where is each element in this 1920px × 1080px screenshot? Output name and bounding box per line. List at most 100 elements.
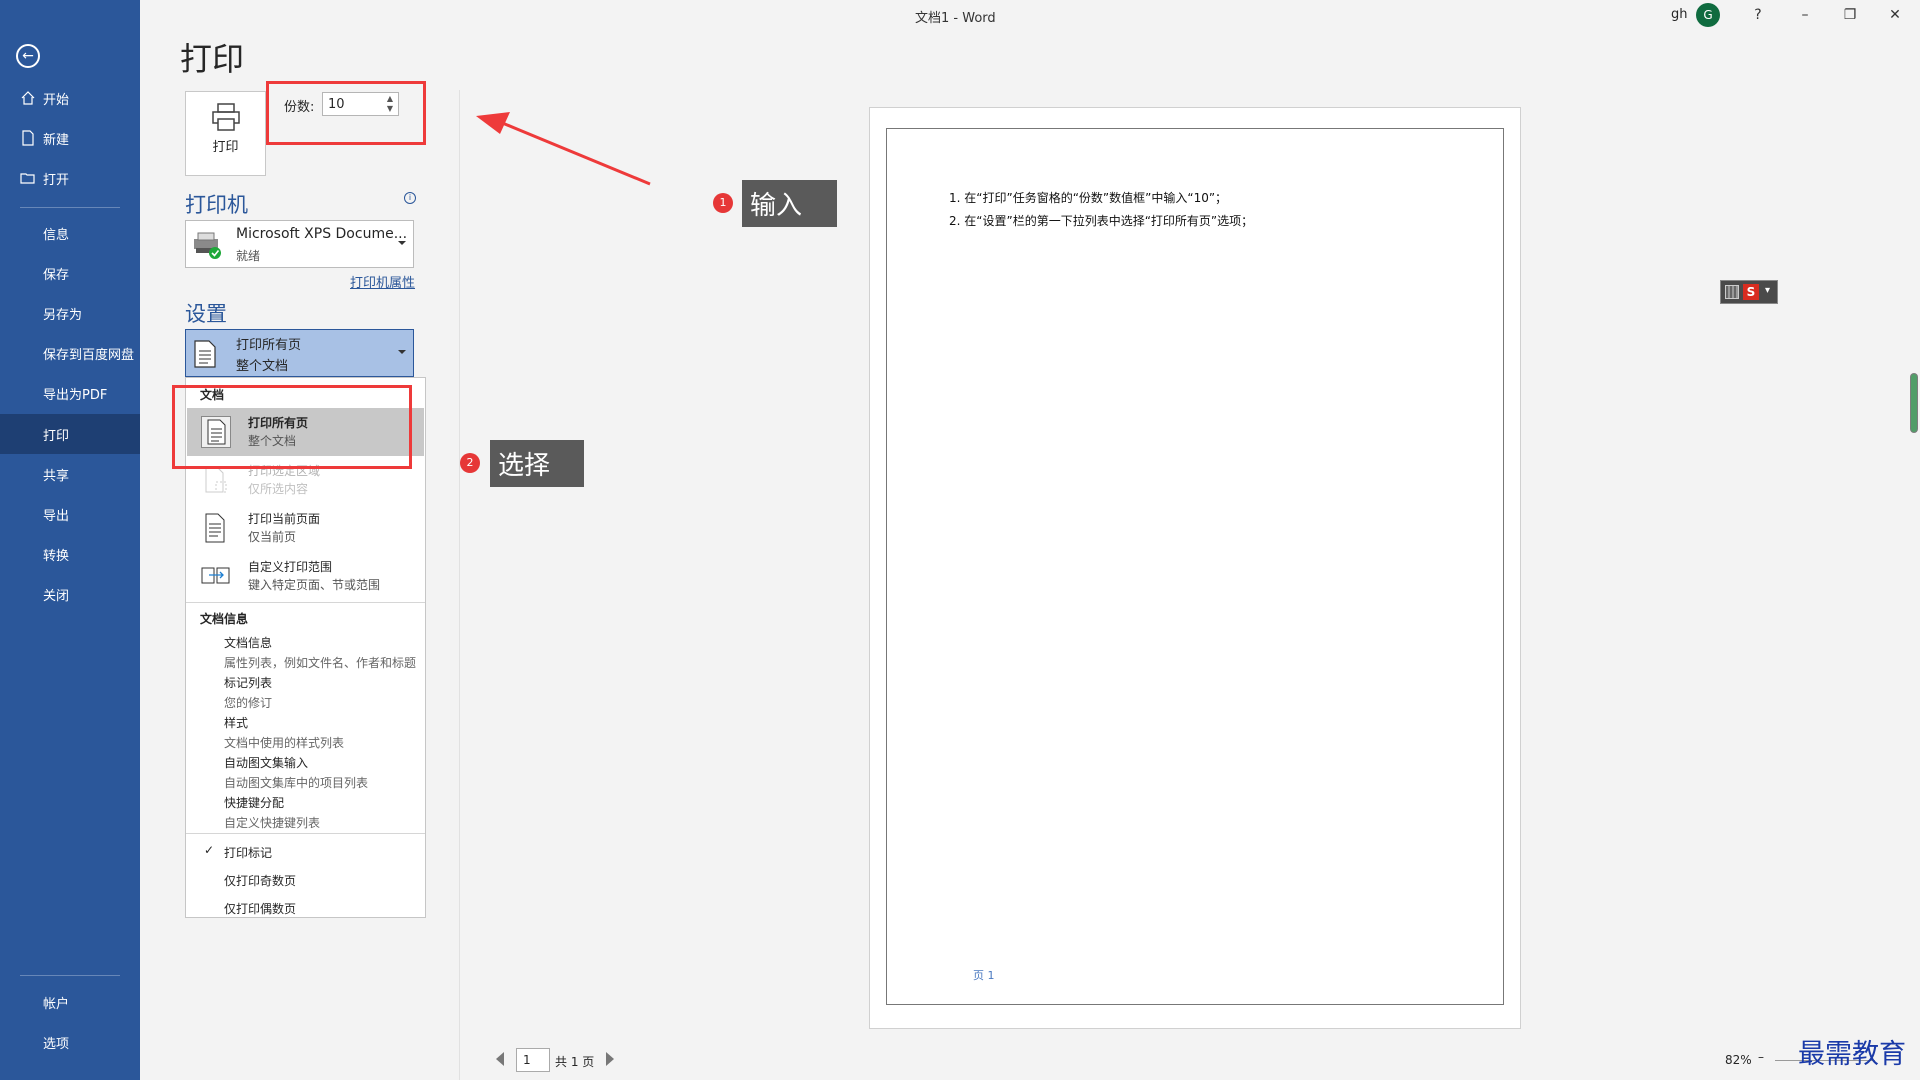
- nav-label: 导出为PDF: [43, 387, 108, 403]
- preview-line-2: 2. 在“设置”栏的第一下拉列表中选择“打印所有页”选项；: [949, 214, 1254, 228]
- menu-option-sub: 键入特定页面、节或范围: [248, 578, 381, 592]
- annotation-box-copies: [266, 81, 426, 145]
- current-page-input[interactable]: [516, 1048, 550, 1072]
- nav-account[interactable]: 帐户: [0, 982, 140, 1022]
- menu-option-title: 打印当前页面: [248, 512, 321, 526]
- annotation-box-all-pages: [172, 385, 412, 469]
- nav-label: 保存到百度网盘: [43, 347, 135, 363]
- nav-label: 转换: [43, 548, 70, 564]
- menu-item-key-assignments[interactable]: 快捷键分配 自定义快捷键列表: [224, 794, 424, 832]
- menu-item-title: 文档信息: [224, 636, 273, 650]
- nav-export[interactable]: 导出: [0, 494, 140, 534]
- printer-icon: [212, 103, 240, 131]
- callout-text: 选择: [498, 451, 551, 481]
- printer-section-title: 打印机: [185, 193, 248, 217]
- menu-separator: [186, 602, 425, 603]
- new-document-icon: [22, 130, 34, 146]
- nav-label: 新建: [43, 132, 70, 148]
- nav-open[interactable]: 打开: [0, 158, 140, 198]
- nav-save[interactable]: 保存: [0, 253, 140, 293]
- close-button[interactable]: ✕: [1880, 4, 1910, 26]
- help-button[interactable]: ?: [1743, 4, 1773, 26]
- nav-share[interactable]: 共享: [0, 454, 140, 494]
- document-icon: [205, 513, 225, 543]
- annotation-callout-input: 输入: [742, 180, 837, 227]
- page-title: 打印: [180, 40, 245, 78]
- menu-option-custom-range[interactable]: 自定义打印范围 键入特定页面、节或范围: [187, 552, 424, 600]
- backstage-sidebar: ← 开始 新建 打开 信息 保存 另存为 保存到百度网盘 导出为PDF 打印 共…: [0, 0, 140, 1080]
- home-icon: [21, 91, 35, 105]
- printer-status: 就绪: [236, 249, 261, 263]
- printer-ready-icon: [194, 232, 221, 259]
- menu-option-title: 自定义打印范围: [248, 560, 333, 574]
- menu-toggle-print-markup[interactable]: ✓ 打印标记: [187, 838, 424, 864]
- menu-toggle-odd-pages[interactable]: 仅打印奇数页: [187, 866, 424, 892]
- nav-label: 信息: [43, 227, 70, 243]
- window-title: 文档1 - Word: [915, 11, 996, 26]
- nav-save-baidu[interactable]: 保存到百度网盘: [0, 333, 140, 373]
- watermark-text: 最需教育: [1798, 1039, 1906, 1070]
- nav-label: 导出: [43, 508, 70, 524]
- restore-button[interactable]: ❐: [1835, 4, 1865, 26]
- preview-page-border: 1. 在“打印”任务窗格的“份数”数值框”中输入“10”； 2. 在“设置”栏的…: [886, 128, 1504, 1005]
- pane-divider: [459, 90, 460, 1080]
- menu-item-sub: 自动图文集库中的项目列表: [224, 776, 369, 790]
- menu-item-markup-list[interactable]: 标记列表 您的修订: [224, 674, 424, 712]
- printer-dropdown[interactable]: Microsoft XPS Docume... 就绪: [185, 220, 414, 268]
- nav-save-as[interactable]: 另存为: [0, 293, 140, 333]
- preview-footer-page-number: 页 1: [973, 969, 995, 982]
- nav-separator: [20, 975, 120, 976]
- menu-toggle-even-pages[interactable]: 仅打印偶数页: [187, 894, 424, 920]
- menu-group-info: 文档信息: [200, 612, 249, 626]
- scrollbar-highlight: [1911, 374, 1917, 432]
- print-range-title: 打印所有页: [236, 338, 302, 353]
- nav-options[interactable]: 选项: [0, 1022, 140, 1062]
- nav-info[interactable]: 信息: [0, 213, 140, 253]
- menu-item-autotext[interactable]: 自动图文集输入 自动图文集库中的项目列表: [224, 754, 424, 792]
- nav-label: 开始: [43, 92, 70, 108]
- sogou-s-icon[interactable]: S: [1743, 284, 1759, 300]
- checkmark-icon: ✓: [204, 843, 215, 857]
- minimize-button[interactable]: –: [1790, 4, 1820, 26]
- menu-item-title: 自动图文集输入: [224, 756, 309, 770]
- printer-properties-link[interactable]: 打印机属性: [350, 272, 415, 291]
- settings-section-title: 设置: [185, 302, 227, 326]
- menu-item-title: 样式: [224, 716, 249, 730]
- nav-home[interactable]: 开始: [0, 78, 140, 118]
- print-button-label: 打印: [212, 140, 239, 155]
- menu-option-sub: 仅所选内容: [248, 482, 309, 496]
- ime-toolbar[interactable]: S ▾: [1720, 280, 1778, 304]
- info-icon[interactable]: i: [404, 192, 416, 204]
- menu-item-doc-info[interactable]: 文档信息 属性列表，例如文件名、作者和标题: [224, 634, 424, 672]
- menu-toggle-label: 仅打印偶数页: [224, 902, 297, 916]
- avatar[interactable]: G: [1696, 3, 1720, 27]
- next-page-icon[interactable]: [606, 1052, 614, 1066]
- back-arrow-icon[interactable]: ←: [16, 44, 40, 68]
- zoom-out-button[interactable]: –: [1758, 1050, 1764, 1064]
- keyboard-icon[interactable]: [1725, 285, 1739, 299]
- nav-label: 关闭: [43, 588, 70, 604]
- nav-export-pdf[interactable]: 导出为PDF: [0, 373, 140, 413]
- annotation-arrow: [476, 112, 651, 186]
- previous-page-icon[interactable]: [496, 1052, 504, 1066]
- print-range-dropdown[interactable]: 打印所有页 整个文档: [185, 329, 414, 377]
- zoom-level[interactable]: 82%: [1725, 1053, 1752, 1067]
- print-button[interactable]: 打印: [185, 91, 266, 176]
- nav-close[interactable]: 关闭: [0, 574, 140, 614]
- document-icon: [194, 340, 216, 368]
- menu-item-styles[interactable]: 样式 文档中使用的样式列表: [224, 714, 424, 752]
- user-name[interactable]: gh: [1671, 7, 1688, 22]
- menu-item-sub: 文档中使用的样式列表: [224, 736, 345, 750]
- chevron-down-icon: [398, 350, 406, 354]
- nav-print[interactable]: 打印: [0, 414, 140, 454]
- print-range-sub: 整个文档: [236, 359, 289, 374]
- menu-item-sub: 自定义快捷键列表: [224, 816, 321, 830]
- chevron-down-icon[interactable]: ▾: [1765, 285, 1770, 296]
- callout-text: 输入: [750, 191, 803, 221]
- menu-toggle-label: 打印标记: [224, 846, 273, 860]
- menu-option-current-page[interactable]: 打印当前页面 仅当前页: [187, 504, 424, 552]
- annotation-badge-2: 2: [460, 453, 480, 473]
- open-folder-icon: [20, 173, 35, 184]
- nav-new[interactable]: 新建: [0, 118, 140, 158]
- nav-convert[interactable]: 转换: [0, 534, 140, 574]
